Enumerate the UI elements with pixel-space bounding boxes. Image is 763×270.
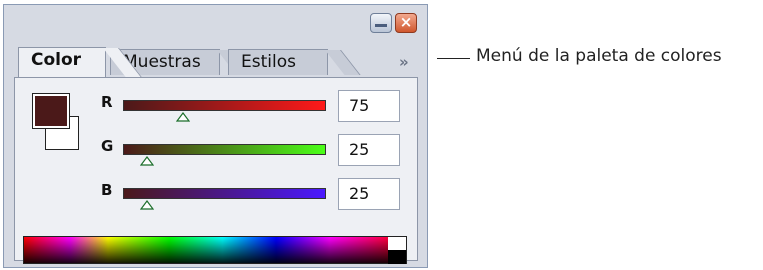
color-spectrum-bar[interactable] [23,236,407,264]
value-input-b[interactable]: 25 [338,178,400,210]
color-panel-body: R 75 G 25 B 25 [14,77,418,264]
color-panel: × Muestras Estilos Color » R 75 G 25 B 2… [3,4,428,268]
slider-b-thumb[interactable] [140,200,154,210]
slider-r-track[interactable] [123,100,326,111]
triangle-thumb-icon [140,200,154,210]
slider-label-g: G [101,137,114,155]
triangle-thumb-icon [176,112,190,122]
slider-g-thumb[interactable] [140,156,154,166]
slider-b-track[interactable] [123,188,326,199]
tab-color[interactable]: Color [18,47,142,77]
slider-label-b: B [101,181,113,199]
slider-r-thumb[interactable] [176,112,190,122]
minimize-button[interactable] [370,13,392,33]
panel-titlebar: × [4,5,427,43]
triangle-thumb-icon [140,156,154,166]
white-swatch[interactable] [388,237,406,250]
tab-estilos-label: Estilos [241,52,296,72]
slider-label-r: R [101,93,113,111]
slider-g-track[interactable] [123,144,326,155]
close-icon: × [399,13,413,31]
black-swatch[interactable] [388,250,406,264]
tab-color-label: Color [31,50,82,70]
foreground-color-swatch[interactable] [32,93,70,129]
close-button[interactable]: × [395,13,417,33]
value-input-g[interactable]: 25 [338,134,400,166]
tab-estilos[interactable]: Estilos [228,49,361,75]
value-input-r[interactable]: 75 [338,90,400,122]
callout-leader-line [437,58,470,59]
palette-menu-button[interactable]: » [399,53,409,71]
callout-label: Menú de la paleta de colores [476,46,722,66]
